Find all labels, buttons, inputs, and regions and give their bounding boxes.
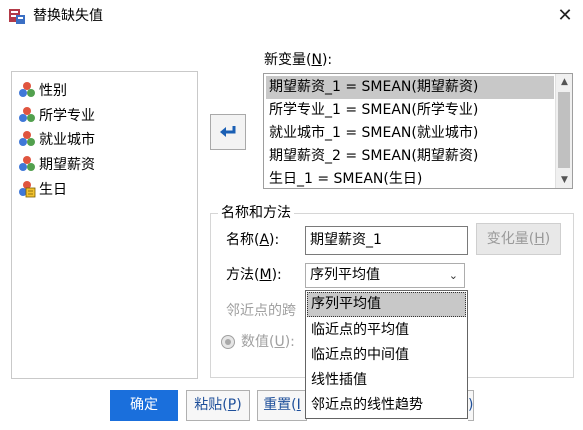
method-dropdown-list[interactable]: 序列平均值 临近点的平均值 临近点的中间值 线性插值 邻近点的线性趋势 (305, 290, 468, 419)
numeric-radio[interactable] (221, 335, 235, 349)
method-option-highlighted[interactable]: 序列平均值 (307, 292, 466, 317)
source-variable-list[interactable]: 性别 所学专业 就业城市 期望薪资 生日 (11, 71, 198, 379)
nominal-variable-icon (19, 131, 35, 146)
paste-button[interactable]: 粘贴(P) (186, 390, 250, 421)
variable-item[interactable]: 所学专业 (18, 105, 95, 125)
reset-button[interactable]: 重置(I (257, 390, 307, 421)
variable-item[interactable]: 期望薪资 (18, 154, 95, 174)
ok-button[interactable]: 确定 (110, 390, 178, 421)
variable-label: 就业城市 (39, 132, 95, 148)
scroll-down-icon[interactable]: ▼ (556, 172, 572, 188)
adjacent-span-label: 邻近点的跨 (226, 303, 296, 319)
variable-item[interactable]: 性别 (18, 80, 67, 100)
method-select[interactable]: 序列平均值 ⌄ (305, 263, 465, 288)
method-select-value: 序列平均值 (310, 267, 380, 283)
method-option[interactable]: 线性插值 (307, 368, 466, 393)
nominal-variable-icon (19, 156, 35, 171)
new-variable-item[interactable]: 期望薪资_2 = SMEAN(期望薪资) (266, 145, 554, 168)
window-title: 替换缺失值 (33, 8, 103, 24)
app-logo-icon (9, 9, 25, 24)
method-option[interactable]: 邻近点的线性趋势 (307, 393, 466, 418)
new-variable-item[interactable]: 生日_1 = SMEAN(生日) (266, 168, 554, 188)
new-variable-list[interactable]: 期望薪资_1 = SMEAN(期望薪资) 所学专业_1 = SMEAN(所学专业… (263, 73, 573, 189)
hidden-button-edge[interactable]: ) (468, 390, 474, 421)
variable-label: 生日 (39, 182, 67, 198)
new-variable-item[interactable]: 所学专业_1 = SMEAN(所学专业) (266, 99, 554, 122)
new-variable-item-selected[interactable]: 期望薪资_1 = SMEAN(期望薪资) (266, 76, 554, 99)
nominal-variable-icon (19, 107, 35, 122)
name-input[interactable]: 期望薪资_1 (305, 226, 468, 255)
method-label: 方法(M): (226, 267, 282, 283)
date-variable-icon (19, 181, 36, 198)
method-option[interactable]: 临近点的中间值 (307, 343, 466, 368)
nominal-variable-icon (19, 82, 35, 97)
name-label: 名称(A): (226, 232, 280, 248)
move-variable-button[interactable] (210, 114, 246, 150)
chevron-down-icon: ⌄ (448, 269, 458, 282)
scroll-up-icon[interactable]: ▲ (556, 74, 572, 90)
new-variable-label: 新变量(N): (264, 52, 333, 68)
vertical-scrollbar[interactable]: ▲ ▼ (555, 74, 572, 188)
variable-item[interactable]: 就业城市 (18, 129, 95, 149)
variable-label: 所学专业 (39, 108, 95, 124)
variable-item[interactable]: 生日 (18, 179, 67, 199)
change-button[interactable]: 变化量(H) (476, 223, 561, 255)
variable-label: 性别 (39, 83, 67, 99)
numeric-label: 数值(U): (241, 334, 295, 350)
group-title: 名称和方法 (218, 204, 294, 222)
variable-label: 期望薪资 (39, 157, 95, 173)
method-option[interactable]: 临近点的平均值 (307, 318, 466, 343)
new-variable-item[interactable]: 就业城市_1 = SMEAN(就业城市) (266, 122, 554, 145)
left-arrow-icon (220, 126, 236, 137)
close-icon[interactable]: ✕ (553, 4, 577, 28)
scrollbar-thumb[interactable] (558, 92, 570, 168)
